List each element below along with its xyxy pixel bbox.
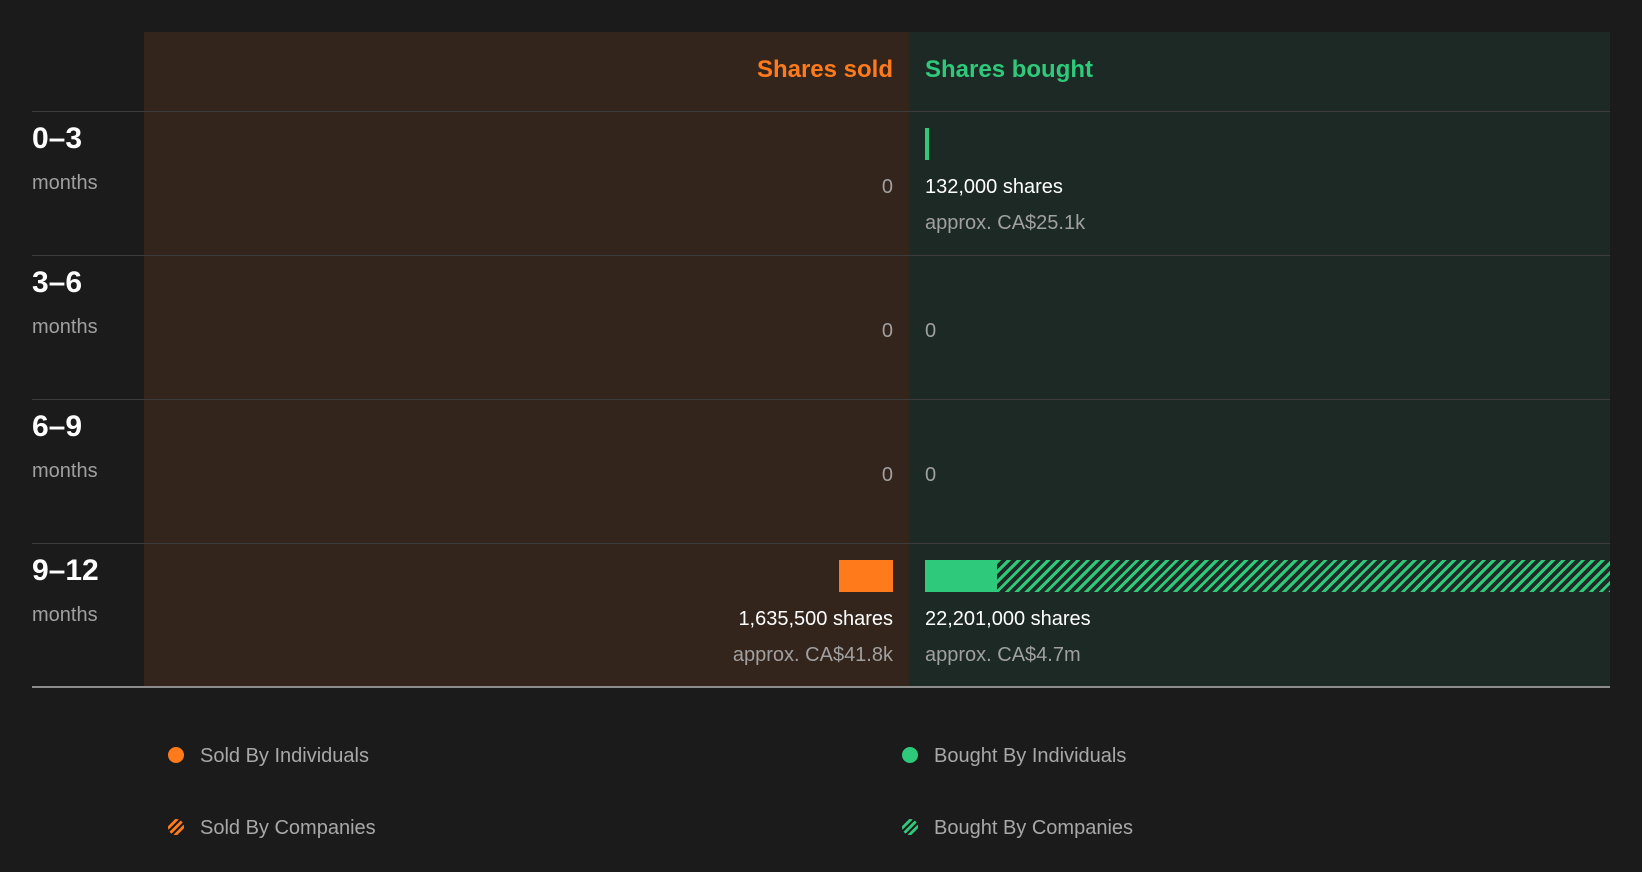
period-unit: months (32, 460, 98, 482)
shares-sold-header: Shares sold (756, 56, 893, 83)
period-unit: months (32, 604, 98, 626)
green-hatched-dot-icon (902, 818, 918, 835)
sold-value: 0 (881, 464, 893, 486)
bought-shares: 132,000 shares (925, 176, 1063, 198)
bought-value: 0 (925, 464, 937, 486)
orange-hatched-dot-icon (168, 818, 184, 835)
period-unit: months (32, 172, 98, 194)
bought-companies-bar (996, 560, 1610, 592)
green-dot-icon (902, 746, 918, 763)
shares-bought-header: Shares bought (925, 56, 1094, 83)
bought-shares: 22,201,000 shares (925, 608, 1091, 630)
legend-bought-companies: Bought By Companies (902, 814, 1133, 842)
period-label: 3–6 (32, 266, 83, 299)
sold-value: 0 (881, 320, 893, 342)
legend-label: Bought By Individuals (934, 745, 1127, 767)
legend-label: Bought By Companies (934, 817, 1134, 839)
legend-label: Sold By Individuals (200, 745, 369, 767)
bought-approx-value: approx. CA$25.1k (925, 212, 1086, 234)
period-label: 9–12 (32, 554, 99, 587)
bought-approx-value: approx. CA$4.7m (925, 644, 1081, 666)
sold-value: 0 (881, 176, 893, 198)
sold-approx-value: approx. CA$41.8k (732, 644, 893, 666)
legend-bought-individuals: Bought By Individuals (902, 742, 1126, 770)
legend-sold-companies: Sold By Companies (168, 814, 376, 842)
period-label: 0–3 (32, 122, 83, 155)
bought-individuals-bar (925, 128, 930, 160)
period-row-3-6: 3–6 months 0 0 (0, 256, 1642, 400)
period-unit: months (32, 316, 98, 338)
sold-shares: 1,635,500 shares (738, 608, 893, 630)
period-row-6-9: 6–9 months 0 0 (0, 400, 1642, 544)
sold-individuals-bar (839, 560, 893, 592)
period-row-9-12: 9–12 months 1,635,500 shares approx. CA$… (0, 544, 1642, 688)
legend-label: Sold By Companies (200, 817, 376, 839)
orange-dot-icon (168, 746, 184, 763)
legend-sold-individuals: Sold By Individuals (168, 742, 369, 770)
period-row-0-3: 0–3 months 0 132,000 shares approx. CA$2… (0, 112, 1642, 256)
period-label: 6–9 (32, 410, 83, 443)
bought-individuals-bar (925, 560, 997, 592)
bought-value: 0 (925, 320, 937, 342)
